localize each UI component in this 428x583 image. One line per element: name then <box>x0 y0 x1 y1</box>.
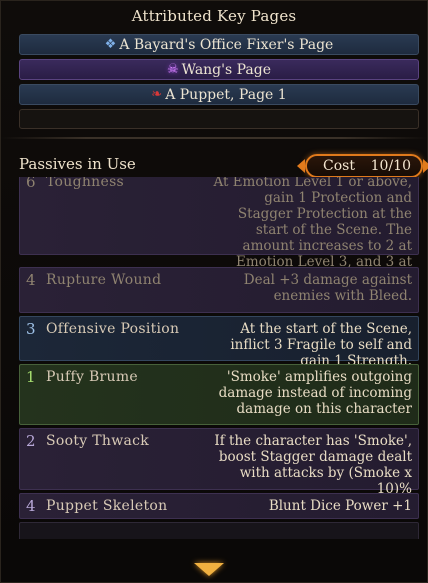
passive-cost: 4 <box>26 497 36 515</box>
passive-row-puffy-brume[interactable]: 1 Puffy Brume 'Smoke' amplifies outgoing… <box>19 364 419 425</box>
passive-panel: Attributed Key Pages ❖ A Bayard's Office… <box>0 0 428 583</box>
bow-icon: ❧ <box>151 87 163 102</box>
key-page-bayard[interactable]: ❖ A Bayard's Office Fixer's Page <box>19 34 419 55</box>
cost-badge: Cost 10/10 <box>297 154 428 178</box>
skull-icon: ☠ <box>166 62 179 77</box>
book-icon: ❖ <box>104 37 117 52</box>
key-pages-title: Attributed Key Pages <box>131 7 297 25</box>
passive-row-sooty-thwack[interactable]: 2 Sooty Thwack If the character has 'Smo… <box>19 428 419 497</box>
passive-desc: Deal +3 damage against enemies with Blee… <box>243 272 412 304</box>
key-page-label: A Puppet, Page 1 <box>165 86 287 103</box>
passive-desc: At the start of the Scene, inflict 3 Fra… <box>230 321 412 369</box>
passive-cost: 2 <box>26 432 36 450</box>
key-page-empty-slot[interactable] <box>19 109 419 129</box>
passive-cost: 4 <box>26 271 36 289</box>
passives-list[interactable]: 6 Toughness At Emotion Level 1 or above,… <box>19 177 419 539</box>
passive-name: Toughness <box>46 177 125 190</box>
passive-desc: If the character has 'Smoke', boost Stag… <box>214 433 412 497</box>
passive-desc: At Emotion Level 1 or above, gain 1 Prot… <box>213 177 412 286</box>
passive-desc: 'Smoke' amplifies outgoing damage instea… <box>218 369 412 417</box>
key-page-wang[interactable]: ☠ Wang's Page <box>19 59 419 80</box>
cost-value: 10/10 <box>370 158 411 174</box>
passive-name: Puffy Brume <box>46 369 139 385</box>
key-page-label: Wang's Page <box>181 61 272 78</box>
passive-row-empty[interactable] <box>19 522 419 539</box>
cost-label: Cost <box>323 158 355 174</box>
passive-row-rupture-wound[interactable]: 4 Rupture Wound Deal +3 damage against e… <box>19 267 419 313</box>
passives-title: Passives in Use <box>19 155 136 173</box>
passive-name: Puppet Skeleton <box>46 498 168 514</box>
passive-name: Sooty Thwack <box>46 433 150 449</box>
passive-row-toughness[interactable]: 6 Toughness At Emotion Level 1 or above,… <box>19 177 419 286</box>
passive-cost: 3 <box>26 320 36 338</box>
passive-cost: 1 <box>26 368 36 386</box>
passive-cost: 6 <box>26 177 36 191</box>
passive-row-offensive-position[interactable]: 3 Offensive Position At the start of the… <box>19 316 419 369</box>
divider <box>1 137 427 139</box>
passive-name: Rupture Wound <box>46 272 162 288</box>
key-page-puppet[interactable]: ❧ A Puppet, Page 1 <box>19 84 419 105</box>
scroll-down-arrow-icon[interactable] <box>194 563 224 576</box>
key-page-label: A Bayard's Office Fixer's Page <box>119 36 334 53</box>
passive-row-puppet-skeleton[interactable]: 4 Puppet Skeleton Blunt Dice Power +1 <box>19 493 419 519</box>
passive-desc: Blunt Dice Power +1 <box>268 498 412 514</box>
passive-name: Offensive Position <box>46 321 180 337</box>
